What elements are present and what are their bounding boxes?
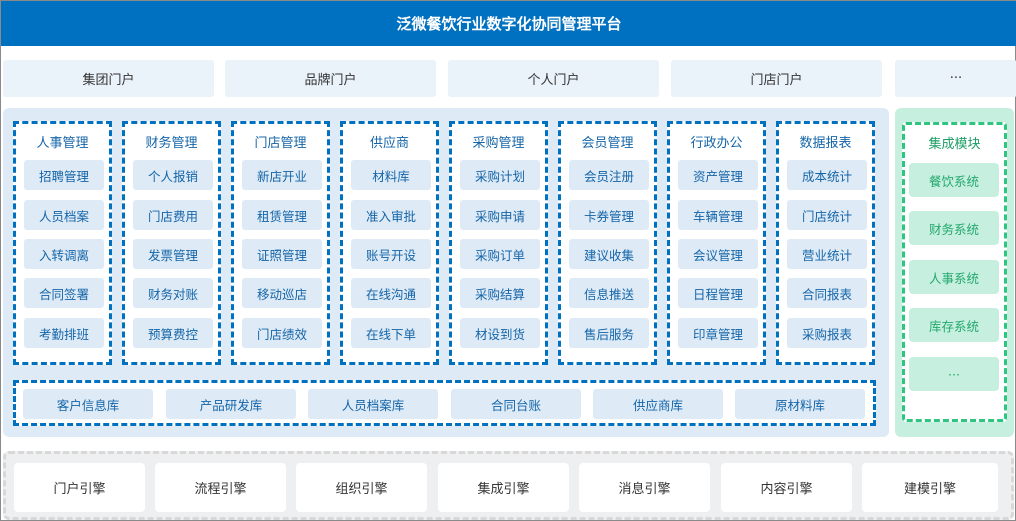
module-item: 准入审批 — [351, 200, 431, 230]
engine-item: 门户引擎 — [14, 463, 145, 512]
module-column: 人事管理招聘管理人员档案入转调离合同签署考勤排班 — [13, 121, 112, 365]
engine-item: 流程引擎 — [155, 463, 286, 512]
engine-item: 内容引擎 — [721, 463, 852, 512]
module-item: 车辆管理 — [678, 200, 758, 230]
module-column: 财务管理个人报销门店费用发票管理财务对账预算费控 — [122, 121, 221, 365]
module-column: 门店管理新店开业租赁管理证照管理移动巡店门店绩效 — [231, 121, 330, 365]
module-title: 供应商 — [369, 136, 409, 151]
engines-panel: 门户引擎 流程引擎 组织引擎 集成引擎 消息引擎 内容引擎 建模引擎 — [3, 451, 1014, 520]
platform-title: 泛微餐饮行业数字化协同管理平台 — [1, 1, 1016, 46]
module-item: 招聘管理 — [24, 160, 104, 190]
portal-4: ··· — [895, 60, 1016, 97]
module-item: 成本统计 — [787, 160, 867, 190]
integration-item: 人事系统 — [909, 260, 999, 294]
engine-item: 消息引擎 — [579, 463, 710, 512]
module-title: 数据报表 — [799, 136, 852, 151]
module-item: 采购申请 — [460, 200, 540, 230]
module-item: 印章管理 — [678, 318, 758, 348]
module-item: 考勤排班 — [24, 318, 104, 348]
module-item: 账号开设 — [351, 239, 431, 269]
module-title: 门店管理 — [254, 136, 307, 151]
engine-item: 集成引擎 — [438, 463, 569, 512]
module-title: 行政办公 — [690, 136, 743, 151]
integration-item: 库存系统 — [909, 308, 999, 342]
module-item: 门店绩效 — [242, 318, 322, 348]
module-item: 合同签署 — [24, 278, 104, 308]
module-item: 采购结算 — [460, 278, 540, 308]
module-item: 营业统计 — [787, 239, 867, 269]
module-column: 行政办公资产管理车辆管理会议管理日程管理印章管理 — [667, 121, 766, 365]
integration-modules: 集成模块 餐饮系统财务系统人事系统库存系统 ··· — [902, 122, 1007, 422]
integration-item: 餐饮系统 — [909, 163, 999, 197]
engine-item: 组织引擎 — [296, 463, 427, 512]
module-column: 数据报表成本统计门店统计营业统计合同报表采购报表 — [776, 121, 875, 365]
module-title: 财务管理 — [145, 136, 198, 151]
portal-3: 门店门户 — [671, 60, 882, 97]
module-item: 移动巡店 — [242, 278, 322, 308]
module-item: 材设到货 — [460, 318, 540, 348]
integration-title: 集成模块 — [928, 137, 981, 152]
library-item: 合同台账 — [451, 389, 581, 419]
module-title: 人事管理 — [36, 136, 89, 151]
data-libraries: 客户信息库 产品研发库 人员档案库 合同台账 供应商库 原材料库 — [13, 380, 876, 426]
portal-0: 集团门户 — [3, 60, 214, 97]
module-item: 个人报销 — [133, 160, 213, 190]
library-item: 人员档案库 — [308, 389, 438, 419]
library-item: 客户信息库 — [23, 389, 153, 419]
module-item: 合同报表 — [787, 278, 867, 308]
module-item: 资产管理 — [678, 160, 758, 190]
module-item: 会员注册 — [569, 160, 649, 190]
module-column: 供应商材料库准入审批账号开设在线沟通在线下单 — [340, 121, 439, 365]
module-title: 采购管理 — [472, 136, 525, 151]
module-item: 人员档案 — [24, 200, 104, 230]
module-item: 建议收集 — [569, 239, 649, 269]
library-item: 产品研发库 — [166, 389, 296, 419]
module-item: 采购订单 — [460, 239, 540, 269]
integration-item: 财务系统 — [909, 211, 999, 245]
module-item: 门店费用 — [133, 200, 213, 230]
module-item: 租赁管理 — [242, 200, 322, 230]
portal-1: 品牌门户 — [225, 60, 436, 97]
module-item: 材料库 — [351, 160, 431, 190]
module-item: 新店开业 — [242, 160, 322, 190]
module-item: 在线沟通 — [351, 278, 431, 308]
module-item: 卡券管理 — [569, 200, 649, 230]
engine-item: 建模引擎 — [862, 463, 998, 512]
module-item: 信息推送 — [569, 278, 649, 308]
module-item: 预算费控 — [133, 318, 213, 348]
module-column: 采购管理采购计划采购申请采购订单采购结算材设到货 — [449, 121, 548, 365]
library-item: 原材料库 — [735, 389, 865, 419]
module-item: 采购计划 — [460, 160, 540, 190]
module-item: 售后服务 — [569, 318, 649, 348]
library-item: 供应商库 — [593, 389, 723, 419]
module-item: 财务对账 — [133, 278, 213, 308]
module-item: 会议管理 — [678, 239, 758, 269]
portal-2: 个人门户 — [448, 60, 659, 97]
module-item: 证照管理 — [242, 239, 322, 269]
module-title: 会员管理 — [581, 136, 634, 151]
integration-item: ··· — [909, 357, 999, 391]
module-item: 入转调离 — [24, 239, 104, 269]
module-column: 会员管理会员注册卡券管理建议收集信息推送售后服务 — [558, 121, 657, 365]
module-item: 发票管理 — [133, 239, 213, 269]
module-item: 日程管理 — [678, 278, 758, 308]
module-item: 采购报表 — [787, 318, 867, 348]
module-item: 在线下单 — [351, 318, 431, 348]
module-item: 门店统计 — [787, 200, 867, 230]
